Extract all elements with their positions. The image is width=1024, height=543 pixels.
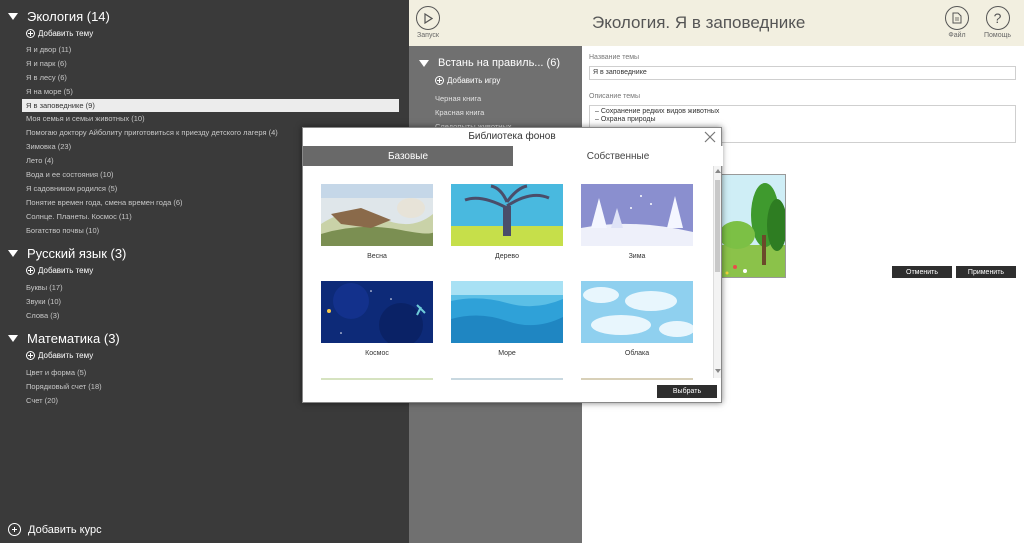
game-group-title: Встань на правиль... (6) — [438, 57, 560, 69]
course-title: Экология (14) — [27, 9, 110, 24]
topic-item[interactable]: Я и двор (11) — [26, 45, 71, 55]
thumb-spring[interactable] — [321, 184, 433, 246]
question-icon: ? — [985, 6, 1010, 30]
thumb-partial — [581, 378, 693, 380]
run-button[interactable]: Запуск — [416, 6, 440, 39]
topic-item-selected[interactable]: Я в заповеднике (9) — [22, 99, 399, 112]
topic-item[interactable]: Счет (20) — [26, 396, 58, 406]
file-label: Файл — [948, 32, 966, 39]
description-line: – Охрана природы — [595, 116, 656, 123]
topic-item[interactable]: Порядковый счет (18) — [26, 382, 102, 392]
topic-item[interactable]: Богатство почвы (10) — [26, 226, 99, 236]
close-icon[interactable] — [703, 130, 717, 144]
topic-item[interactable]: Солнце. Планеты. Космос (11) — [26, 212, 132, 222]
course-math-header[interactable]: Математика (3) — [8, 331, 120, 346]
collapse-triangle-icon[interactable] — [8, 335, 18, 342]
game-item[interactable]: Красная книга — [435, 108, 484, 117]
add-topic-button[interactable]: Добавить тему — [26, 351, 93, 360]
page-title: Экология. Я в заповеднике — [592, 13, 806, 32]
course-russian-header[interactable]: Русский язык (3) — [8, 246, 126, 261]
thumb-clouds[interactable] — [581, 281, 693, 343]
topic-item[interactable]: Зимовка (23) — [26, 142, 71, 152]
game-group-header[interactable]: Встань на правиль... (6) — [419, 57, 560, 69]
thumb-winter[interactable] — [581, 184, 693, 246]
play-icon — [416, 6, 440, 30]
thumb-label: Зима — [628, 253, 646, 260]
course-ecology-header[interactable]: Экология (14) — [8, 9, 110, 24]
choose-button[interactable]: Выбрать — [657, 385, 717, 398]
collapse-triangle-icon[interactable] — [8, 13, 18, 20]
plus-circle-icon — [8, 523, 21, 536]
add-game-label: Добавить игру — [447, 76, 501, 85]
collapse-triangle-icon[interactable] — [8, 250, 18, 257]
name-label: Название темы — [589, 54, 640, 61]
add-topic-label: Добавить тему — [38, 266, 94, 275]
thumb-label: Весна — [367, 253, 387, 260]
topic-item[interactable]: Лето (4) — [26, 156, 54, 166]
app-window: Экология (14) Добавить тему Я и двор (11… — [0, 0, 1024, 543]
thumb-label: Море — [498, 350, 516, 357]
file-button[interactable]: Файл — [945, 6, 969, 39]
plus-circle-icon — [26, 351, 35, 360]
topic-item[interactable]: Моя семья и семьи животных (10) — [26, 114, 145, 124]
plus-circle-icon — [26, 266, 35, 275]
scroll-thumb[interactable] — [715, 180, 720, 272]
add-topic-button[interactable]: Добавить тему — [26, 266, 93, 275]
topic-item[interactable]: Цвет и форма (5) — [26, 368, 86, 378]
thumb-label: Космос — [365, 350, 389, 357]
thumb-label: Облака — [624, 350, 650, 357]
thumb-sea[interactable] — [451, 281, 563, 343]
topic-item[interactable]: Вода и ее состояния (10) — [26, 170, 114, 180]
add-course-button[interactable]: Добавить курс — [8, 523, 102, 536]
run-label: Запуск — [417, 32, 439, 39]
background-library-dialog: Библиотека фонов Базовые Собственные Вес… — [302, 127, 723, 403]
plus-circle-icon — [26, 29, 35, 38]
name-field[interactable]: Я в заповеднике — [589, 66, 1016, 80]
topic-item[interactable]: Понятие времен года, смена времен года (… — [26, 198, 183, 208]
topic-item[interactable]: Я садовником родился (5) — [26, 184, 117, 194]
tab-base[interactable]: Базовые — [303, 146, 513, 166]
top-header: Запуск Экология. Я в заповеднике Файл ? … — [409, 0, 1024, 46]
apply-button[interactable]: Применить — [956, 266, 1016, 278]
help-button[interactable]: ? Помощь — [984, 6, 1011, 39]
topic-item[interactable]: Слова (3) — [26, 311, 59, 321]
description-label: Описание темы — [589, 93, 641, 100]
thumb-space[interactable] — [321, 281, 433, 343]
add-topic-label: Добавить тему — [38, 351, 94, 360]
topic-item[interactable]: Помогаю доктору Айболиту приготовиться к… — [26, 128, 278, 138]
plus-circle-icon — [435, 76, 444, 85]
topic-item[interactable]: Я и парк (6) — [26, 59, 67, 69]
topic-item[interactable]: Я на море (5) — [26, 87, 73, 97]
scroll-up-arrow-icon[interactable] — [715, 169, 721, 173]
cancel-button[interactable]: Отменить — [892, 266, 952, 278]
course-title: Математика (3) — [27, 331, 120, 346]
document-icon — [945, 6, 969, 30]
game-item[interactable]: Черная книга — [435, 94, 481, 103]
thumb-label: Дерево — [495, 253, 519, 260]
topic-item[interactable]: Буквы (17) — [26, 283, 63, 293]
collapse-triangle-icon[interactable] — [419, 59, 429, 67]
scroll-down-arrow-icon[interactable] — [715, 369, 721, 373]
tab-own[interactable]: Собственные — [513, 146, 723, 166]
add-topic-label: Добавить тему — [38, 29, 94, 38]
topic-item[interactable]: Я в лесу (6) — [26, 73, 67, 83]
add-course-label: Добавить курс — [28, 523, 102, 536]
topic-item[interactable]: Звуки (10) — [26, 297, 61, 307]
course-title: Русский язык (3) — [27, 246, 127, 261]
help-label: Помощь — [984, 32, 1012, 39]
add-game-button[interactable]: Добавить игру — [435, 76, 500, 85]
vertical-scrollbar[interactable] — [713, 166, 721, 378]
add-topic-button[interactable]: Добавить тему — [26, 29, 93, 38]
background-preview — [716, 174, 786, 278]
dialog-title: Библиотека фонов — [468, 131, 556, 142]
thumb-tree[interactable] — [451, 184, 563, 246]
thumb-partial — [451, 378, 563, 380]
description-line: – Сохранение редких видов животных — [595, 108, 720, 115]
thumb-partial — [321, 378, 433, 380]
